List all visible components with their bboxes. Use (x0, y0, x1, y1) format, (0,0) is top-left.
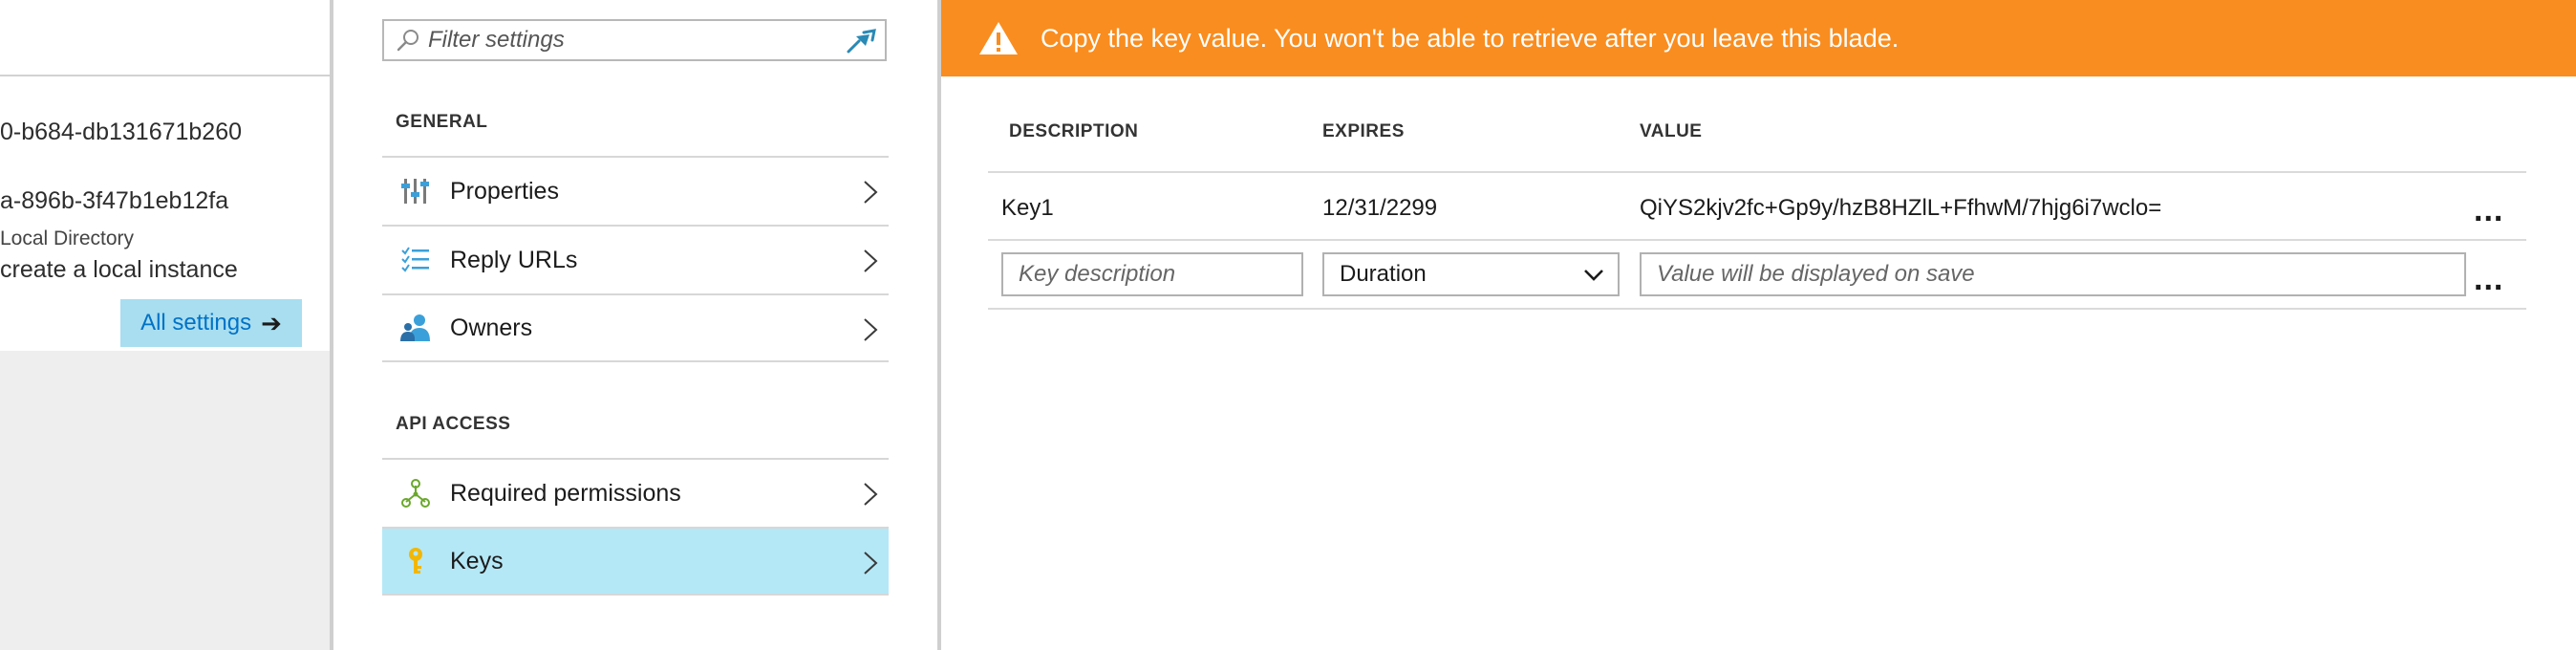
chevron-down-icon (1584, 270, 1603, 281)
chevron-right-icon (864, 483, 878, 506)
arrow-right-icon: ➔ (261, 308, 282, 337)
properties-icon (399, 175, 432, 207)
warning-icon (979, 22, 1018, 54)
menu-item-keys[interactable]: Keys (382, 527, 889, 596)
warning-banner: Copy the key value. You won't be able to… (941, 0, 2576, 76)
new-row-more-button[interactable]: ... (2474, 263, 2503, 295)
key-description-cell: Key1 (1001, 195, 1054, 221)
menu-item-properties[interactable]: Properties (382, 156, 889, 225)
key-value-input[interactable] (1640, 252, 2466, 296)
column-header-expires: EXPIRES (1322, 121, 1405, 141)
directory-text: Local Directory (0, 228, 135, 249)
row-more-button[interactable]: ... (2474, 194, 2503, 227)
previous-blade: 0-b684-db131671b260 a-896b-3f47b1eb12fa … (0, 0, 330, 650)
blade-divider-line (0, 75, 330, 76)
settings-blade: GENERAL Properties (333, 0, 937, 650)
key-icon (399, 545, 432, 577)
column-header-value: VALUE (1640, 121, 1703, 141)
object-id-text: a-896b-3f47b1eb12fa (0, 187, 229, 214)
api-access-menu: Required permissions Keys (382, 458, 889, 596)
all-settings-button[interactable]: All settings ➔ (120, 299, 302, 347)
column-header-description: DESCRIPTION (1009, 121, 1139, 141)
menu-label: Properties (450, 177, 559, 205)
table-header-divider (988, 171, 2526, 173)
menu-label: Keys (450, 547, 504, 574)
row-divider (988, 308, 2526, 310)
duration-dropdown[interactable]: Duration (1322, 252, 1620, 296)
row-divider (988, 239, 2526, 241)
filter-settings-input[interactable] (426, 26, 831, 54)
key-value-cell[interactable]: QiYS2kjv2fc+Gp9y/hzB8HZlL+FfhwM/7hjg6i7w… (1640, 195, 2161, 222)
general-menu: Properties Reply URLs Owners (382, 156, 889, 362)
keys-blade: Copy the key value. You won't be able to… (941, 0, 2576, 650)
owners-icon (399, 312, 432, 344)
chevron-right-icon (864, 249, 878, 272)
section-header-api-access: API ACCESS (396, 414, 511, 434)
local-instance-text: create a local instance (0, 256, 238, 283)
menu-label: Reply URLs (450, 246, 578, 273)
all-settings-label: All settings (140, 310, 252, 336)
pin-icon[interactable] (845, 27, 877, 55)
key-description-input[interactable] (1001, 252, 1303, 296)
menu-item-required-permissions[interactable]: Required permissions (382, 458, 889, 527)
menu-item-owners[interactable]: Owners (382, 293, 889, 362)
key-expires-cell: 12/31/2299 (1322, 195, 1438, 221)
menu-label: Required permissions (450, 479, 681, 507)
chevron-right-icon (864, 318, 878, 341)
search-icon (397, 30, 419, 52)
section-header-general: GENERAL (396, 112, 488, 132)
menu-item-reply-urls[interactable]: Reply URLs (382, 225, 889, 293)
chevron-right-icon (864, 552, 878, 574)
blade-empty-area (0, 351, 330, 650)
filter-settings-box[interactable] (382, 19, 887, 61)
reply-urls-icon (399, 244, 432, 276)
menu-label: Owners (450, 314, 533, 341)
duration-selected-value: Duration (1340, 261, 1427, 287)
chevron-right-icon (864, 181, 878, 204)
warning-text: Copy the key value. You won't be able to… (1041, 23, 1900, 53)
application-id-text: 0-b684-db131671b260 (0, 119, 243, 145)
permissions-icon (399, 477, 432, 509)
